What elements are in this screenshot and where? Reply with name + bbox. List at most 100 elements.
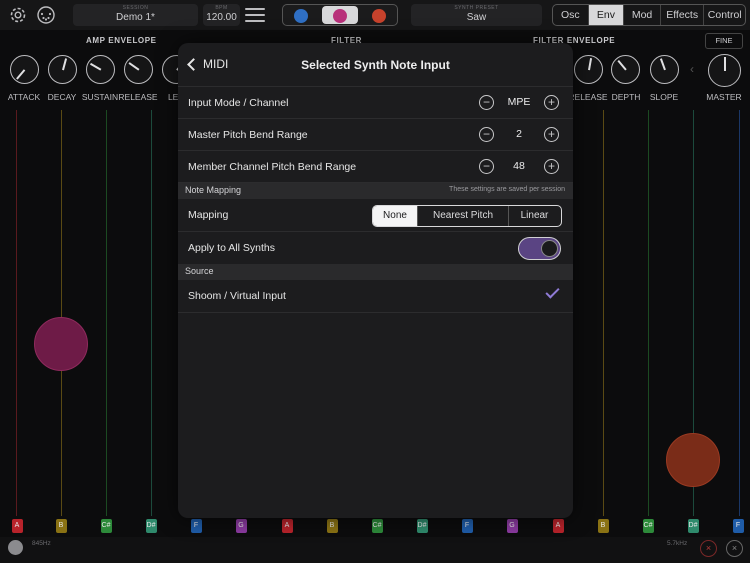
midi-port-icon[interactable] <box>36 5 56 25</box>
synth-dot-red[interactable] <box>372 9 386 23</box>
mapping-option-nearest-pitch[interactable]: Nearest Pitch <box>418 206 509 226</box>
key-strip: A B C# D# F G A B C# D# F G A B C# D# F <box>0 519 750 535</box>
minus-icon[interactable]: − <box>479 127 494 142</box>
mapping-segmented-control: None Nearest Pitch Linear <box>372 205 562 227</box>
pitch-line <box>603 110 604 516</box>
fine-button[interactable]: FINE <box>705 33 743 49</box>
page-tabs: Osc Env Mod Effects Control <box>552 4 746 26</box>
session-caption: SESSION <box>122 5 149 11</box>
key-b[interactable]: B <box>597 519 609 533</box>
menu-icon[interactable] <box>245 8 265 22</box>
toggle-thumb <box>541 239 558 257</box>
pitch-line <box>151 110 152 516</box>
per-session-note: These settings are saved per session <box>449 186 565 193</box>
tab-osc[interactable]: Osc <box>553 5 589 25</box>
master-knob[interactable] <box>708 54 741 87</box>
close-icon[interactable]: × <box>726 540 743 557</box>
frequency-low: 845Hz <box>32 540 51 547</box>
attack-knob[interactable] <box>10 55 39 84</box>
bottom-bar: 845Hz 5.7kHz × × <box>0 537 750 563</box>
frequency-high: 5.7kHz <box>667 540 688 547</box>
chevron-left-icon[interactable]: ‹ <box>690 62 694 76</box>
source-item-label: Shoom / Virtual Input <box>188 290 286 302</box>
bpm-caption: BPM <box>215 5 228 11</box>
settings-gear-icon[interactable] <box>8 5 28 25</box>
synth-selector[interactable] <box>282 4 398 26</box>
pitch-line <box>61 110 62 516</box>
preset-name: Saw <box>466 12 487 23</box>
key-b[interactable]: B <box>55 519 67 533</box>
mapping-row: Mapping None Nearest Pitch Linear <box>178 199 573 232</box>
key-dsharp[interactable]: D# <box>687 519 699 533</box>
mapping-label: Mapping <box>188 209 229 221</box>
note-mapping-title: Note Mapping <box>185 185 242 195</box>
mapping-option-linear[interactable]: Linear <box>509 206 560 226</box>
clear-icon[interactable]: × <box>700 540 717 557</box>
member-pitch-bend-row: Member Channel Pitch Bend Range − 48 + <box>178 151 573 183</box>
master-label: MASTER <box>706 92 742 102</box>
amp-envelope-label: AMP ENVELOPE <box>86 36 157 45</box>
record-button[interactable] <box>8 540 23 555</box>
member-pitch-bend-label: Member Channel Pitch Bend Range <box>188 161 357 173</box>
tab-mod[interactable]: Mod <box>624 5 661 25</box>
depth-knob[interactable] <box>611 55 640 84</box>
touch-blob-orange[interactable] <box>666 433 720 487</box>
key-a[interactable]: A <box>281 519 293 533</box>
release-knob[interactable] <box>124 55 153 84</box>
member-pitch-bend-stepper: − 48 + <box>479 159 559 175</box>
key-g[interactable]: G <box>235 519 247 533</box>
minus-icon[interactable]: − <box>479 95 494 110</box>
tab-env[interactable]: Env <box>588 5 625 25</box>
input-mode-stepper: − MPE + <box>479 95 559 111</box>
synth-dot-blue[interactable] <box>294 9 308 23</box>
filter-release-knob[interactable] <box>574 55 603 84</box>
note-mapping-header: Note Mapping These settings are saved pe… <box>178 183 573 199</box>
touch-blob-magenta[interactable] <box>34 317 88 371</box>
key-csharp[interactable]: C# <box>100 519 112 533</box>
input-mode-value: MPE <box>507 96 531 108</box>
master-pitch-bend-stepper: − 2 + <box>479 127 559 143</box>
slope-knob[interactable] <box>650 55 679 84</box>
key-a[interactable]: A <box>11 519 23 533</box>
bpm-display[interactable]: BPM 120.00 <box>203 4 240 26</box>
plus-icon[interactable]: + <box>544 127 559 142</box>
note-input-modal: MIDI Selected Synth Note Input Input Mod… <box>178 43 573 518</box>
key-dsharp[interactable]: D# <box>145 519 157 533</box>
input-mode-label: Input Mode / Channel <box>188 97 289 109</box>
source-header: Source <box>178 264 573 280</box>
master-pitch-bend-value: 2 <box>516 128 522 140</box>
key-a[interactable]: A <box>552 519 564 533</box>
sustain-knob[interactable] <box>86 55 115 84</box>
slope-label: SLOPE <box>649 92 679 102</box>
key-g[interactable]: G <box>506 519 518 533</box>
session-selector[interactable]: SESSION Demo 1* <box>73 4 198 26</box>
tab-effects[interactable]: Effects <box>661 5 705 25</box>
key-dsharp[interactable]: D# <box>416 519 428 533</box>
checkmark-icon <box>545 284 560 299</box>
tab-control[interactable]: Control <box>704 5 745 25</box>
apply-all-row: Apply to All Synths <box>178 232 573 264</box>
top-bar: SESSION Demo 1* BPM 120.00 SYNTH PRESET … <box>0 0 750 30</box>
plus-icon[interactable]: + <box>544 95 559 110</box>
plus-icon[interactable]: + <box>544 159 559 174</box>
synth-preset-selector[interactable]: SYNTH PRESET Saw <box>411 4 542 26</box>
key-f[interactable]: F <box>461 519 473 533</box>
mapping-option-none[interactable]: None <box>373 206 418 226</box>
bpm-value: 120.00 <box>206 12 237 23</box>
apply-all-label: Apply to All Synths <box>188 242 275 254</box>
minus-icon[interactable]: − <box>479 159 494 174</box>
source-item-row[interactable]: Shoom / Virtual Input <box>178 280 573 313</box>
key-f[interactable]: F <box>732 519 744 533</box>
apply-all-toggle[interactable] <box>518 237 561 260</box>
master-pitch-bend-row: Master Pitch Bend Range − 2 + <box>178 119 573 151</box>
member-pitch-bend-value: 48 <box>513 160 525 172</box>
pitch-line <box>106 110 107 516</box>
key-csharp[interactable]: C# <box>371 519 383 533</box>
key-csharp[interactable]: C# <box>642 519 654 533</box>
input-mode-row: Input Mode / Channel − MPE + <box>178 87 573 119</box>
synth-dot-magenta[interactable] <box>333 9 347 23</box>
key-b[interactable]: B <box>326 519 338 533</box>
preset-caption: SYNTH PRESET <box>454 5 499 11</box>
decay-knob[interactable] <box>48 55 77 84</box>
key-f[interactable]: F <box>190 519 202 533</box>
